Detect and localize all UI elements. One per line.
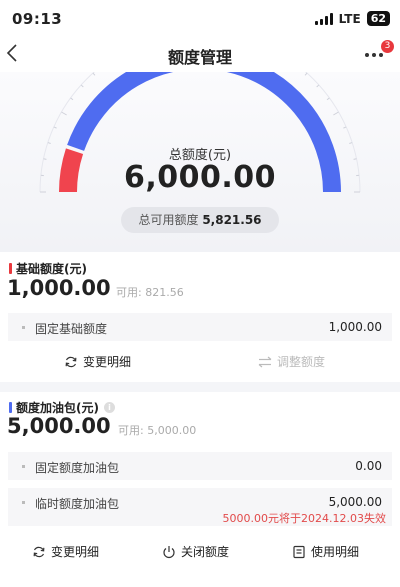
gauge-tick — [80, 84, 84, 88]
gauge-tick — [92, 72, 96, 76]
boost-limit-amount: 5,000.00 — [7, 414, 111, 438]
row-label: 临时额度加油包 — [35, 497, 120, 511]
gauge-tick — [70, 97, 74, 101]
nav-bar: 额度管理 3 — [0, 36, 400, 72]
battery-icon: 62 — [366, 11, 390, 26]
boost-limit-card: 额度加油包(元) i 5,000.00 可用: 5,000.00 固定额度加油包… — [0, 392, 400, 587]
row-value: 1,000.00 — [328, 320, 382, 334]
gauge-tick — [61, 111, 67, 116]
gauge-tick — [53, 126, 57, 129]
base-limit-card: 基础额度(元) 1,000.00 可用: 821.56 固定基础额度 1,000… — [0, 252, 400, 382]
base-limit-amount: 1,000.00 — [7, 276, 111, 300]
gauge-tick — [326, 97, 330, 101]
page-title: 额度管理 — [167, 48, 232, 67]
base-accent-bar — [9, 263, 12, 274]
base-change-detail-label: 变更明细 — [83, 355, 132, 369]
adjust-limit-label: 调整额度 — [277, 355, 326, 369]
info-icon[interactable]: i — [103, 402, 115, 413]
document-icon — [293, 545, 305, 558]
boost-change-detail-button[interactable]: 变更明细 — [32, 543, 99, 560]
close-limit-label: 关闭额度 — [181, 545, 230, 559]
notification-badge: 3 — [381, 40, 394, 53]
adjust-limit-button[interactable]: 调整额度 — [258, 353, 325, 370]
status-bar: 09:13 LTE 62 — [0, 0, 400, 36]
boost-row-fixed: 固定额度加油包 0.00 — [8, 452, 392, 480]
more-dots-icon — [365, 53, 383, 57]
more-button[interactable]: 3 — [362, 40, 394, 68]
total-available-value: 5,821.56 — [202, 213, 262, 227]
refresh-icon — [33, 546, 45, 557]
boost-available: 可用: 5,000.00 — [118, 424, 197, 437]
base-limit-title: 基础额度(元) — [9, 260, 87, 277]
row-dot — [22, 465, 25, 468]
gauge-tick — [304, 72, 308, 76]
gauge-tick — [343, 126, 347, 129]
status-time: 09:13 — [12, 10, 63, 28]
power-icon — [163, 545, 175, 558]
gauge-tick — [316, 84, 320, 88]
adjust-icon — [258, 356, 272, 367]
row-dot — [22, 501, 25, 504]
base-row-fixed: 固定基础额度 1,000.00 — [8, 313, 392, 341]
boost-accent-bar — [9, 402, 12, 413]
row-label: 固定基础额度 — [35, 322, 108, 336]
row-value: 5,000.00 — [328, 495, 382, 509]
total-limit-panel: 总额度(元) 6,000.00 总可用额度 5,821.56 — [0, 72, 400, 252]
refresh-icon — [65, 356, 77, 367]
usage-detail-button[interactable]: 使用明细 — [292, 543, 359, 560]
expiry-note: 5000.00元将于2024.12.03失效 — [222, 512, 386, 525]
row-label: 固定额度加油包 — [35, 461, 120, 475]
base-available: 可用: 821.56 — [116, 286, 184, 299]
close-limit-button[interactable]: 关闭额度 — [162, 543, 229, 560]
base-change-detail-button[interactable]: 变更明细 — [64, 353, 131, 370]
signal-icon — [314, 12, 333, 25]
usage-detail-label: 使用明细 — [311, 545, 360, 559]
row-value: 0.00 — [355, 459, 382, 473]
boost-change-detail-label: 变更明细 — [51, 545, 100, 559]
total-available-pill: 总可用额度 5,821.56 — [121, 207, 279, 233]
total-available-label: 总可用额度 — [138, 213, 199, 227]
status-indicators: LTE 62 — [314, 11, 390, 26]
base-limit-title-text: 基础额度(元) — [16, 262, 87, 276]
total-limit-amount: 6,000.00 — [123, 160, 277, 195]
row-dot — [22, 326, 25, 329]
network-type: LTE — [338, 11, 361, 26]
gauge-tick — [333, 111, 339, 116]
